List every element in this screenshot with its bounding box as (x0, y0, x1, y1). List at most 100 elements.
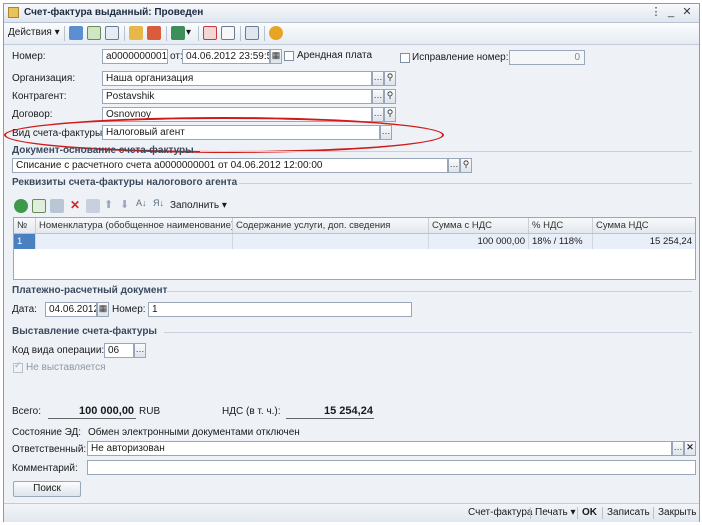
actions-label: Действия (8, 27, 52, 38)
contract-select-button[interactable]: … (372, 107, 384, 122)
contractor-select-button[interactable]: … (372, 89, 384, 104)
cell-number[interactable]: 1 (14, 234, 36, 249)
contract-search-icon[interactable]: ⚲ (384, 107, 396, 122)
col-sum-header[interactable]: Сумма с НДС (429, 218, 529, 233)
invoice-print-button[interactable]: Счет-фактура (468, 507, 532, 518)
comment-field[interactable] (87, 460, 696, 475)
organization-label: Организация: (12, 73, 76, 84)
check-mark-icon: ✓ (14, 360, 22, 370)
col-content-header[interactable]: Содержание услуги, доп. сведения (233, 218, 429, 233)
op-code-label: Код вида операции: (12, 345, 105, 356)
toolbar: Действия ▾ ▾ (4, 23, 699, 45)
total-value: 100 000,00 (79, 405, 135, 417)
cell-sum[interactable]: 100 000,00 (429, 234, 529, 249)
correction-number-field[interactable]: 0 (509, 50, 585, 65)
save-close-icon[interactable] (87, 26, 101, 40)
comment-label: Комментарий: (12, 463, 78, 474)
invoice-table: № Номенклатура (обобщенное наименование)… (13, 217, 696, 280)
ed-status-value: Обмен электронными документами отключен (88, 427, 300, 438)
cell-content[interactable] (233, 234, 429, 249)
contractor-label: Контрагент: (12, 91, 67, 102)
payment-date-field[interactable]: 04.06.2012 (45, 302, 97, 317)
rent-checkbox[interactable] (284, 51, 294, 61)
payment-date-label: Дата: (12, 304, 37, 315)
post-icon[interactable] (69, 26, 83, 40)
organization-select-button[interactable]: … (372, 71, 384, 86)
sort-asc-icon[interactable]: A↓ (136, 198, 147, 208)
cell-vat-sum[interactable]: 15 254,24 (593, 234, 695, 249)
structure-icon[interactable] (147, 26, 161, 40)
fill-label: Заполнить (170, 200, 220, 211)
contractor-search-icon[interactable]: ⚲ (384, 89, 396, 104)
copy-icon[interactable] (129, 26, 143, 40)
close-button[interactable]: Закрыть (658, 507, 697, 518)
vat-total-value: 15 254,24 (324, 405, 373, 417)
go-icon[interactable] (171, 26, 185, 40)
close-icon[interactable]: ✕ (680, 6, 694, 19)
copy-row-icon[interactable] (32, 199, 46, 213)
responsible-label: Ответственный: (12, 444, 87, 455)
basis-search-icon[interactable]: ⚲ (460, 158, 472, 173)
contractor-field[interactable]: Postavshik (102, 89, 372, 104)
print-menu-button[interactable]: Печать ▾ (535, 507, 576, 518)
col-item-header[interactable]: Номенклатура (обобщенное наименование) (36, 218, 233, 233)
end-edit-icon[interactable] (86, 199, 100, 213)
vat-total-label: НДС (в т. ч.): (222, 406, 281, 417)
not-issued-label: Не выставляется (26, 362, 106, 373)
basis-select-button[interactable]: … (448, 158, 460, 173)
organization-search-icon[interactable]: ⚲ (384, 71, 396, 86)
report-icon[interactable] (221, 26, 235, 40)
movements-icon[interactable] (203, 26, 217, 40)
number-field[interactable]: а0000000001 (102, 49, 168, 64)
save-button[interactable]: Записать (607, 507, 650, 518)
op-code-field[interactable]: 06 (104, 343, 134, 358)
table-row[interactable]: 1 100 000,00 18% / 118% 15 254,24 (14, 234, 695, 249)
ok-button[interactable]: OK (582, 507, 597, 518)
col-vat-rate-header[interactable]: % НДС (529, 218, 593, 233)
add-row-icon[interactable] (14, 199, 28, 213)
date-field[interactable]: 04.06.2012 23:59:59 (182, 49, 270, 64)
agent-section-title: Реквизиты счета-фактуры налогового агент… (12, 177, 238, 188)
basis-section-title: Документ-основание счета-фактуры (12, 145, 194, 156)
refresh-icon[interactable] (105, 26, 119, 40)
document-window: Счет-фактура выданный: Проведен ⋮ _ ✕ Де… (3, 3, 700, 522)
title-bar: Счет-фактура выданный: Проведен ⋮ _ ✕ (4, 4, 699, 23)
contract-label: Договор: (12, 109, 53, 120)
actions-menu-button[interactable]: Действия ▾ (8, 25, 60, 41)
basis-document-field[interactable]: Списание с расчетного счета а0000000001 … (12, 158, 448, 173)
cell-vat-rate[interactable]: 18% / 118% (529, 234, 593, 249)
organization-field[interactable]: Наша организация (102, 71, 372, 86)
responsible-field[interactable]: Не авторизован (87, 441, 672, 456)
help-icon[interactable] (269, 26, 283, 40)
move-up-icon[interactable]: ⬆ (104, 198, 113, 211)
op-code-select-button[interactable]: … (134, 343, 146, 358)
correction-checkbox[interactable] (400, 53, 410, 63)
col-vat-sum-header[interactable]: Сумма НДС (593, 218, 695, 233)
number-label: Номер: (12, 51, 46, 62)
calendar-icon[interactable]: ▦ (270, 49, 282, 64)
cell-item[interactable] (36, 234, 233, 249)
issue-section-title: Выставление счета-фактуры (12, 326, 157, 337)
ed-status-label: Состояние ЭД: (12, 427, 82, 438)
window-title: Счет-фактура выданный: Проведен (24, 7, 204, 18)
table-header: № Номенклатура (обобщенное наименование)… (14, 218, 695, 234)
total-label: Всего: (12, 406, 41, 417)
go-dropdown-icon[interactable]: ▾ (186, 25, 194, 41)
rent-label: Арендная плата (297, 50, 373, 61)
search-button[interactable]: Поиск (13, 481, 81, 497)
minimize-icon[interactable]: _ (664, 6, 678, 19)
col-number-header[interactable]: № (14, 218, 36, 233)
sort-desc-icon[interactable]: Я↓ (153, 198, 164, 208)
move-down-icon[interactable]: ⬇ (120, 198, 129, 211)
fill-button[interactable]: Заполнить ▾ (170, 200, 227, 211)
payment-number-field[interactable]: 1 (148, 302, 412, 317)
responsible-clear-icon[interactable]: ✕ (684, 441, 696, 456)
list-icon[interactable] (245, 26, 259, 40)
payment-calendar-icon[interactable]: ▦ (97, 302, 109, 317)
edit-row-icon[interactable] (50, 199, 64, 213)
delete-row-icon[interactable]: ✕ (70, 198, 80, 212)
responsible-select-button[interactable]: … (672, 441, 684, 456)
menu-icon[interactable]: ⋮ (649, 6, 663, 19)
chevron-down-icon: ▾ (51, 27, 60, 38)
document-icon (8, 7, 19, 18)
